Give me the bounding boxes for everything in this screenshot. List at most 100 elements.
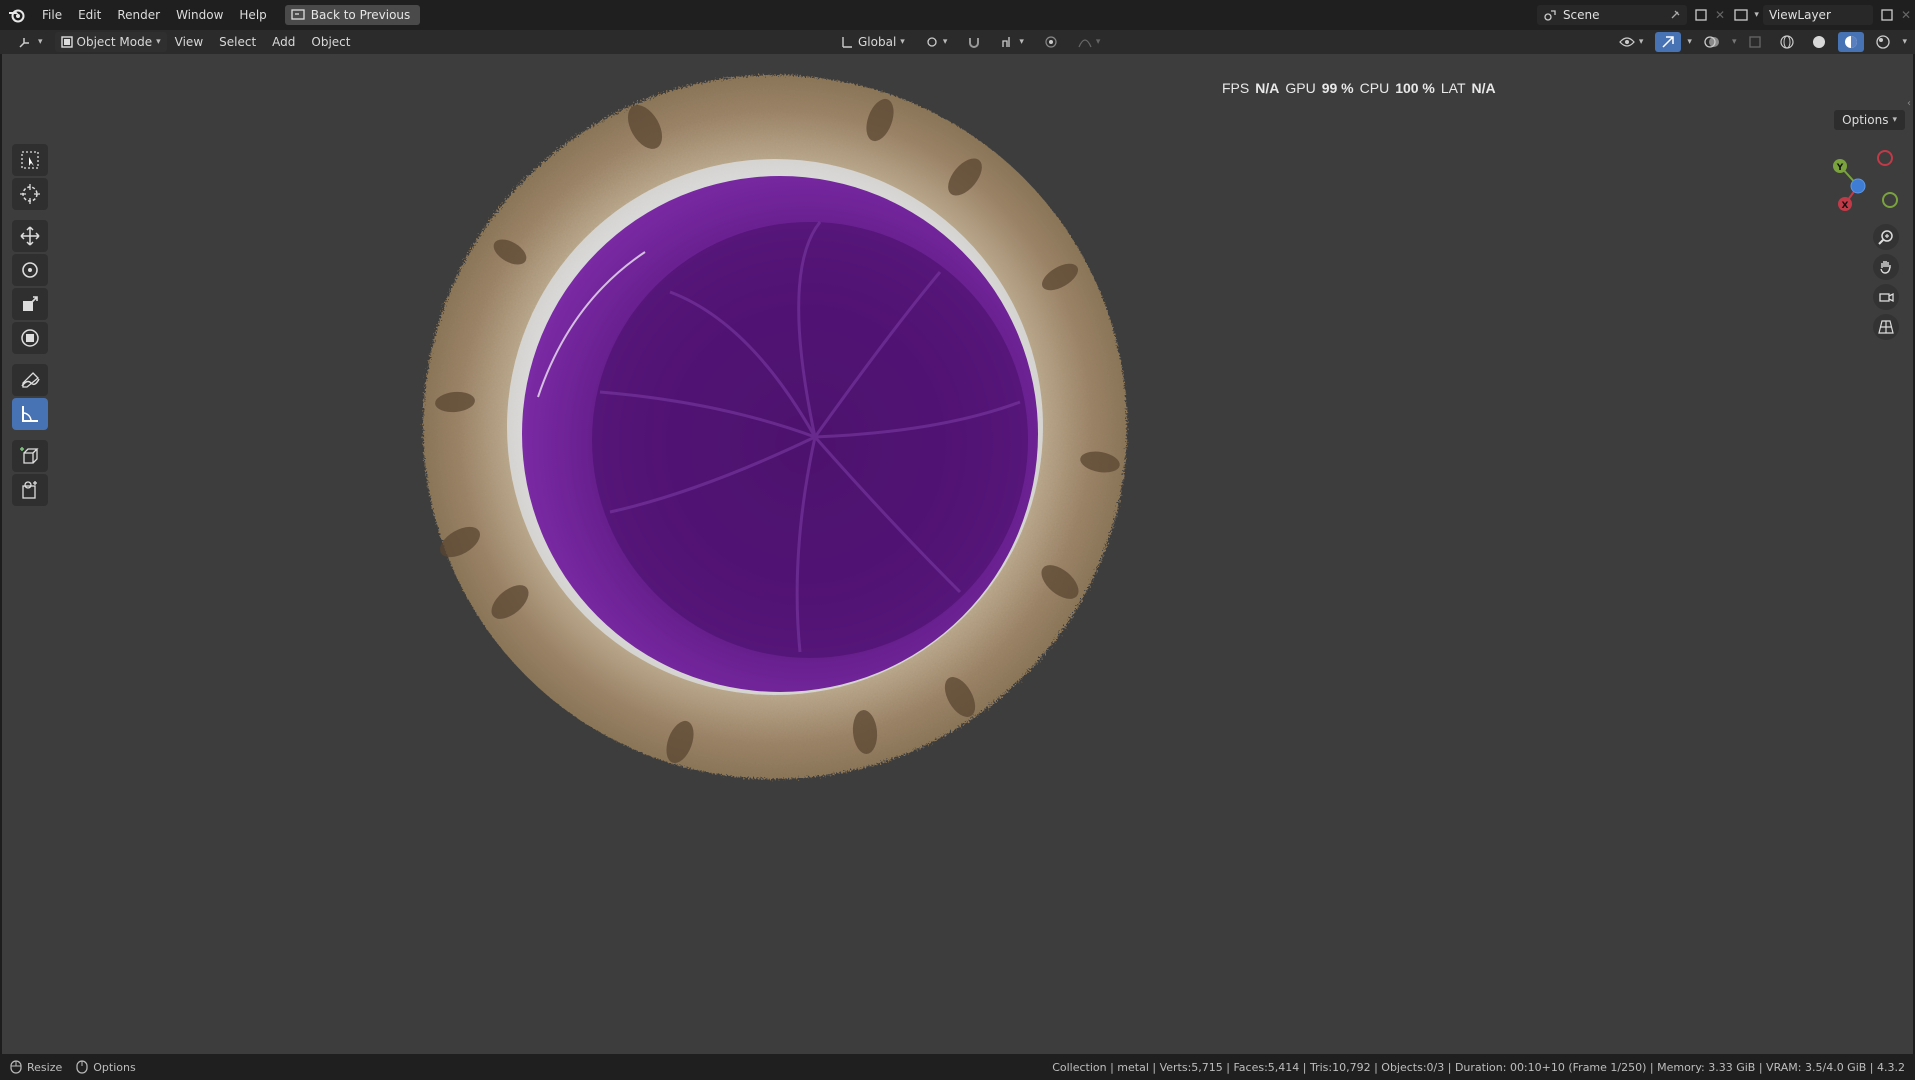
mouse-left-icon — [10, 1060, 22, 1074]
falloff-dropdown[interactable]: ▾ — [1072, 32, 1107, 52]
performance-stats: FPS N/A GPU 99 % CPU 100 % LAT N/A — [1222, 80, 1496, 96]
view-layer-field[interactable]: ViewLayer — [1762, 5, 1873, 25]
tool-measure[interactable] — [12, 398, 48, 430]
x-axis-label: X — [1842, 201, 1849, 211]
camera-icon — [1879, 292, 1894, 303]
new-scene-icon[interactable] — [1693, 7, 1709, 23]
visibility-dropdown[interactable]: ▾ — [1613, 32, 1650, 52]
z-axis-icon[interactable] — [1850, 178, 1866, 194]
view-layer-icon — [1734, 9, 1749, 21]
tool-shelf — [12, 142, 52, 508]
shading-rendered[interactable] — [1870, 32, 1896, 52]
menu-object[interactable]: Object — [303, 30, 358, 54]
lat-value: N/A — [1471, 80, 1496, 96]
tool-scale[interactable] — [12, 288, 48, 320]
cpu-value: 100 % — [1395, 80, 1435, 96]
move-icon — [20, 226, 40, 246]
chevron-down-icon[interactable]: ▾ — [1732, 37, 1737, 47]
gizmo-icon — [1662, 36, 1675, 48]
menu-view[interactable]: View — [167, 30, 211, 54]
mode-label: Object Mode — [76, 35, 153, 49]
menu-select[interactable]: Select — [211, 30, 264, 54]
remove-view-layer-icon[interactable]: ✕ — [1901, 8, 1911, 22]
chevron-down-icon[interactable]: ▾ — [1687, 37, 1692, 47]
scene-selector: Scene ✕ — [1536, 4, 1725, 26]
object-mode-icon — [60, 36, 73, 48]
shading-material[interactable] — [1838, 32, 1865, 52]
scene-name: Scene — [1562, 8, 1600, 22]
resize-label: Resize — [27, 1060, 63, 1074]
snap-toggle[interactable] — [961, 32, 987, 52]
gpu-label: GPU — [1285, 80, 1316, 96]
tool-annotate[interactable] — [12, 364, 48, 396]
chevron-down-icon[interactable]: ▾ — [1902, 37, 1907, 47]
snap-magnet-icon — [969, 38, 980, 48]
fps-label: FPS — [1222, 80, 1250, 96]
blender-logo-icon[interactable] — [0, 0, 34, 30]
new-view-layer-icon[interactable] — [1879, 7, 1895, 23]
sidebar-toggle-icon[interactable]: ‹ — [1907, 98, 1911, 109]
zoom-button[interactable] — [1873, 224, 1899, 250]
back-to-previous-button[interactable]: Back to Previous — [284, 5, 421, 25]
menu-file[interactable]: File — [34, 0, 70, 30]
tool-select-box[interactable] — [12, 144, 48, 176]
gizmo-toggle[interactable] — [1655, 32, 1682, 52]
editor-type-icon — [19, 38, 29, 48]
gpu-value: 99 % — [1321, 80, 1354, 96]
tool-rotate[interactable] — [12, 254, 48, 286]
back-screen-icon — [291, 9, 305, 20]
tool-add-object[interactable] — [12, 474, 48, 506]
pivot-point-dropdown[interactable]: ▾ — [919, 32, 954, 52]
camera-view-button[interactable] — [1873, 284, 1899, 310]
falloff-curve-icon — [1078, 39, 1092, 48]
editor-type-button[interactable]: ▾ — [12, 32, 49, 52]
proportional-edit-toggle[interactable] — [1038, 32, 1064, 52]
3d-viewport[interactable]: FPS N/A GPU 99 % CPU 100 % LAT N/A Optio… — [2, 54, 1913, 1054]
neg-y-axis-icon[interactable] — [1882, 192, 1898, 208]
menu-add[interactable]: Add — [264, 30, 303, 54]
chevron-down-icon[interactable]: ▾ — [1754, 10, 1759, 20]
rendered-sphere-icon — [1876, 35, 1891, 49]
navigation-gizmo[interactable]: Y X — [1813, 144, 1903, 224]
pin-icon[interactable] — [1669, 9, 1681, 21]
tool-transform[interactable] — [12, 322, 48, 354]
transform-icon — [21, 329, 39, 347]
orientation-label: Global — [858, 35, 897, 49]
scene-statistics: Collection | metal | Verts:5,715 | Faces… — [1052, 1060, 1905, 1074]
neg-x-axis-icon[interactable] — [1877, 150, 1893, 166]
pan-button[interactable] — [1873, 254, 1899, 280]
snap-target-dropdown[interactable]: ▾ — [995, 32, 1030, 52]
transform-orientation-dropdown[interactable]: Global ▾ — [834, 32, 911, 52]
tool-cursor[interactable] — [12, 178, 48, 210]
scene-field[interactable]: Scene — [1536, 5, 1687, 25]
cursor-icon — [20, 184, 40, 204]
xray-toggle[interactable] — [1742, 32, 1768, 52]
lat-label: LAT — [1440, 80, 1466, 96]
menu-window[interactable]: Window — [168, 0, 231, 30]
snap-increment-icon — [1002, 37, 1010, 47]
shading-wireframe[interactable] — [1774, 32, 1800, 52]
remove-scene-icon[interactable]: ✕ — [1715, 8, 1725, 22]
tool-add-cube[interactable] — [12, 440, 48, 472]
options-status-label: Options — [93, 1060, 136, 1074]
fur-bowl-object[interactable] — [420, 72, 1130, 782]
y-axis-label: Y — [1836, 163, 1844, 173]
viewport-options-dropdown[interactable]: Options ▾ — [1834, 110, 1905, 130]
add-cube-icon — [20, 447, 39, 464]
wireframe-sphere-icon — [1780, 35, 1795, 49]
status-resize: Resize — [10, 1060, 62, 1074]
zoom-icon — [1878, 230, 1893, 245]
menu-render[interactable]: Render — [109, 0, 168, 30]
menu-edit[interactable]: Edit — [70, 0, 109, 30]
tool-move[interactable] — [12, 220, 48, 252]
navigation-buttons — [1873, 224, 1903, 344]
overlays-icon — [1704, 36, 1719, 48]
projection-toggle-button[interactable] — [1873, 314, 1899, 340]
add-object-icon — [22, 481, 37, 499]
top-menu-bar: File Edit Render Window Help Back to Pre… — [0, 0, 1915, 30]
menu-help[interactable]: Help — [231, 0, 274, 30]
overlays-toggle[interactable] — [1698, 32, 1726, 52]
mode-dropdown[interactable]: Object Mode ▾ — [54, 32, 167, 52]
view-layer-name: ViewLayer — [1768, 8, 1831, 22]
shading-solid[interactable] — [1806, 32, 1832, 52]
